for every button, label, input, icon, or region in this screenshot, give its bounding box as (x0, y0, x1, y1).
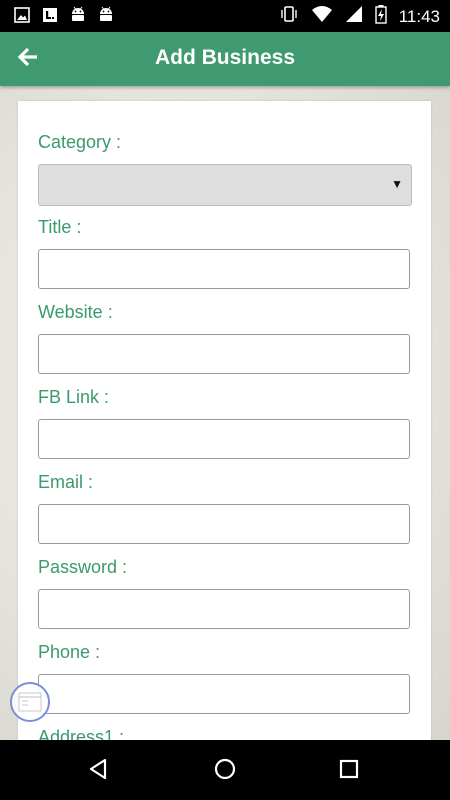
recents-square-icon (337, 757, 361, 786)
password-label: Password : (38, 557, 128, 577)
battery-charging-icon (375, 4, 387, 29)
content-background: Category : ▼ Title : Website : FB Link :… (0, 86, 450, 761)
image-icon (14, 7, 30, 28)
android-icon (70, 6, 86, 29)
fb-link-input[interactable] (38, 419, 410, 459)
back-triangle-icon (87, 757, 111, 786)
status-bar-system: 11:43 (279, 4, 440, 29)
password-input[interactable] (38, 589, 410, 629)
wifi-icon (311, 5, 333, 28)
category-label: Category : (38, 132, 122, 152)
app-bar: Add Business (0, 32, 450, 86)
business-form: Category : ▼ Title : Website : FB Link :… (18, 101, 431, 761)
home-circle-icon (213, 757, 237, 786)
status-bar: 11:43 (0, 0, 450, 32)
email-input[interactable] (38, 504, 410, 544)
email-label: Email : (38, 472, 94, 492)
sim-notification-icon (42, 7, 58, 28)
nav-home-button[interactable] (210, 756, 240, 786)
android-icon (98, 6, 114, 29)
phone-label: Phone : (38, 642, 101, 662)
dropdown-arrow-icon: ▼ (391, 177, 403, 191)
status-bar-notifications (14, 6, 114, 29)
page-title: Add Business (154, 46, 296, 69)
title-input[interactable] (38, 249, 410, 289)
status-time: 11:43 (398, 6, 440, 26)
website-input[interactable] (38, 334, 410, 374)
calendar-thumbnail-icon (18, 692, 42, 712)
floating-assistant-bubble[interactable] (10, 682, 50, 722)
category-select[interactable]: ▼ (38, 164, 412, 206)
fb-link-label: FB Link : (38, 387, 110, 407)
vibrate-icon (279, 4, 299, 29)
nav-back-button[interactable] (84, 756, 114, 786)
navigation-bar (0, 740, 450, 800)
website-label: Website : (38, 302, 113, 322)
nav-recents-button[interactable] (334, 756, 364, 786)
title-label: Title : (38, 217, 82, 237)
phone-input[interactable] (38, 674, 410, 714)
screen: 11:43 Add Business Category : ▼ Title : … (0, 0, 450, 800)
signal-icon (345, 5, 363, 28)
